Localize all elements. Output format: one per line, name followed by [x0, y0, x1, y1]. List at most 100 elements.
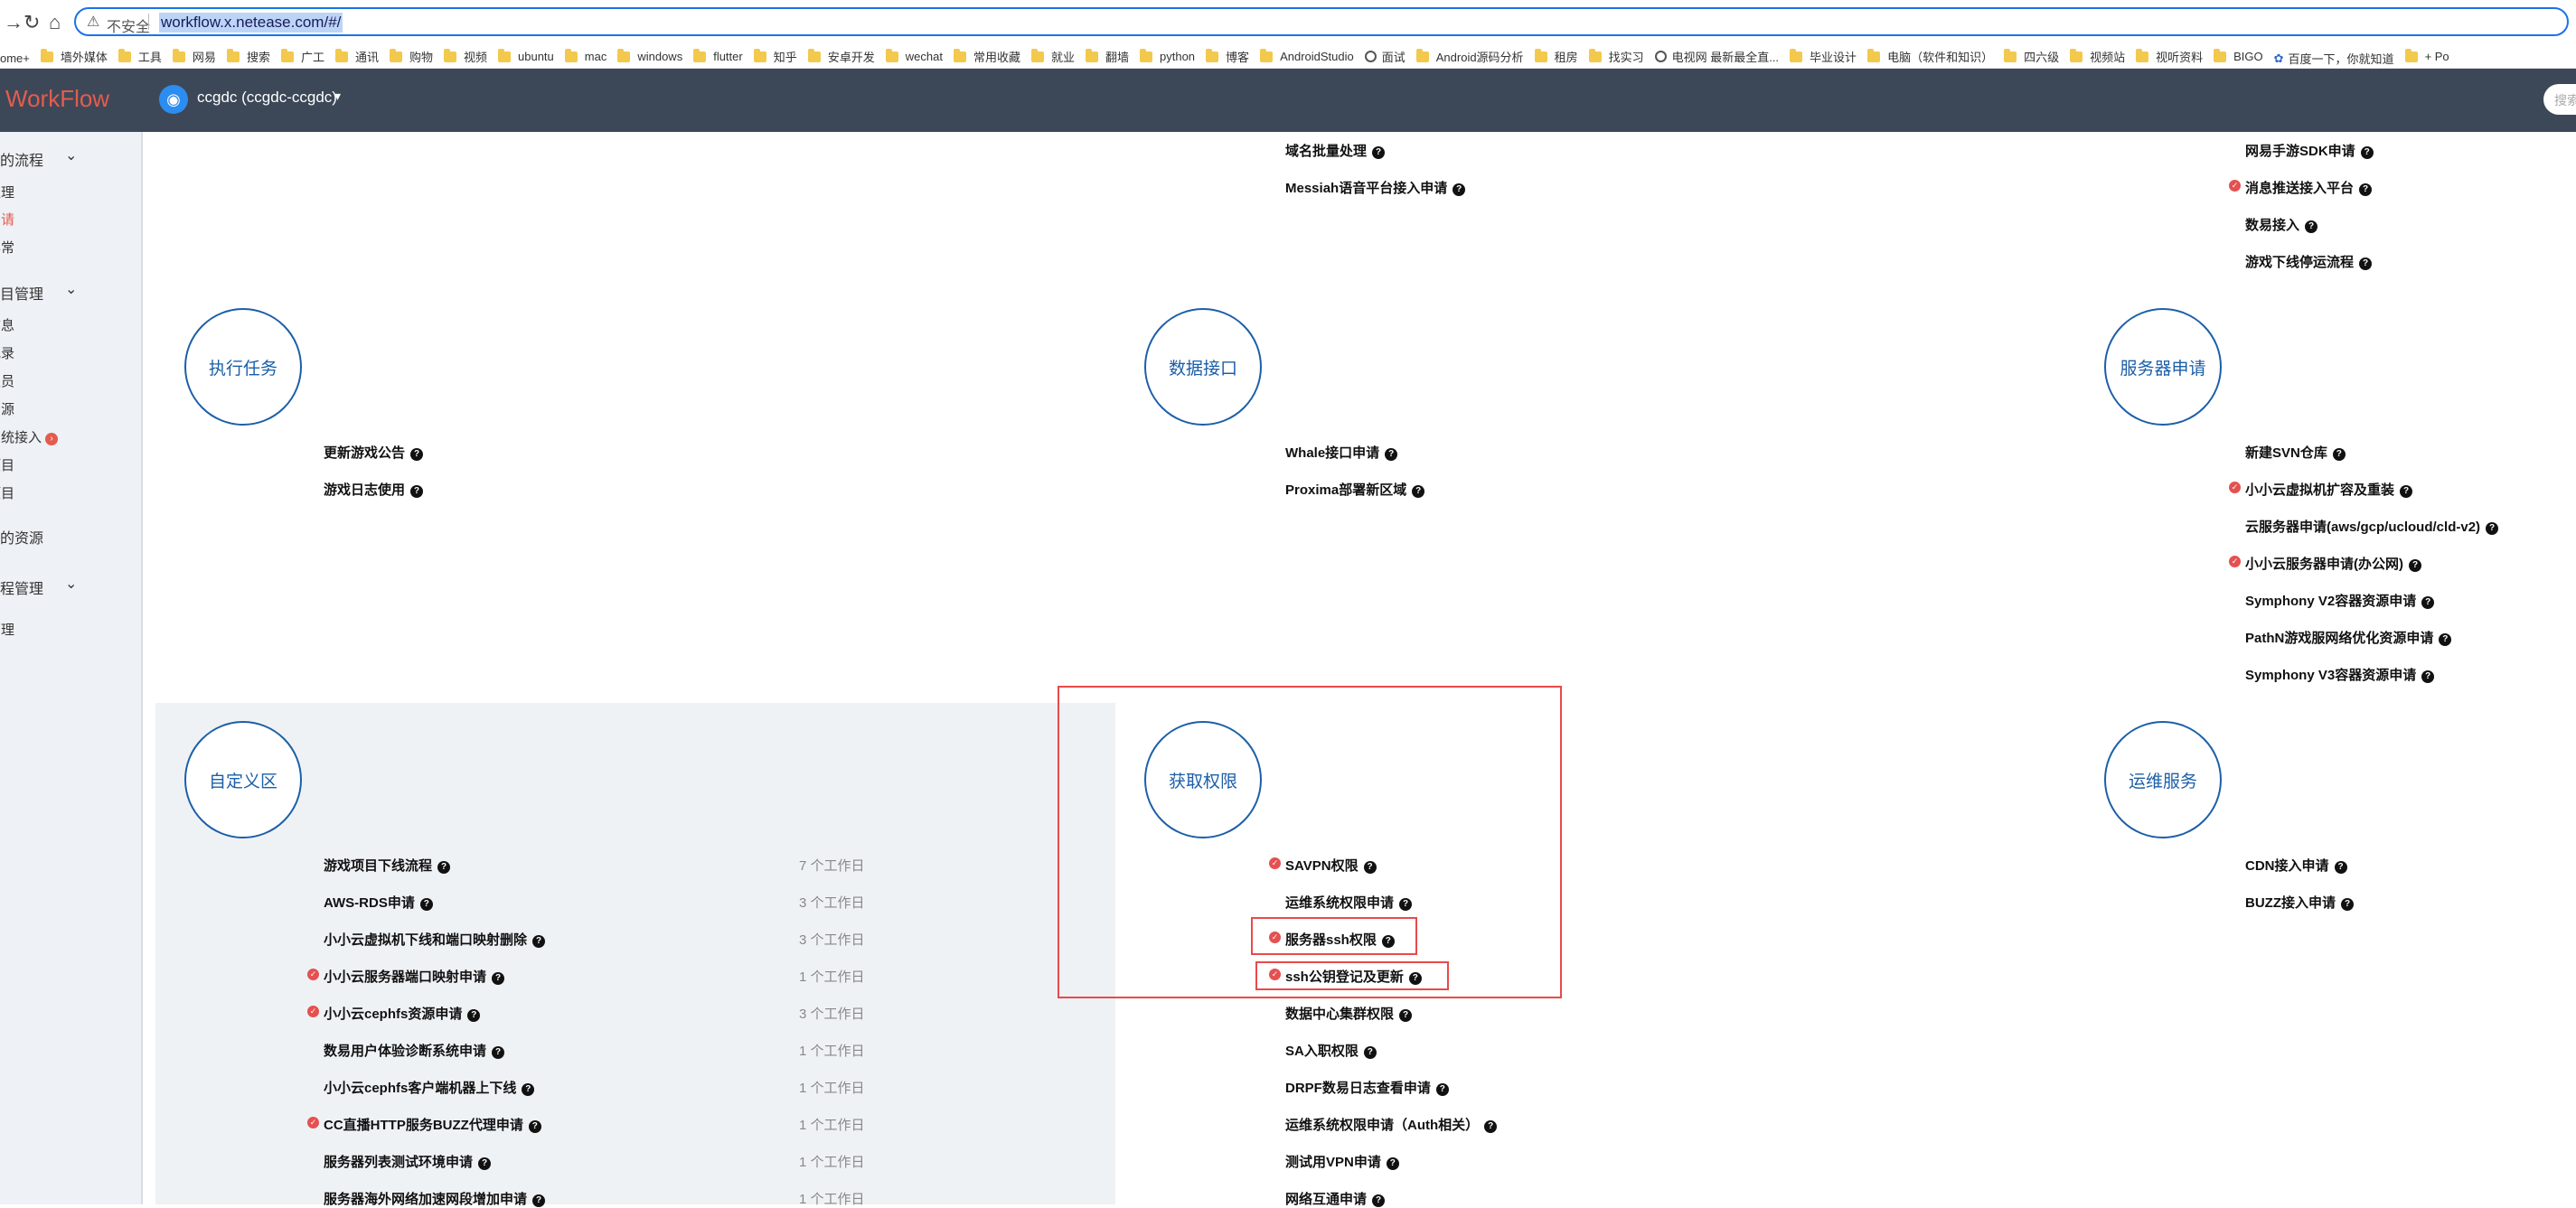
flow-item[interactable]: 新建SVN仓库?: [2245, 443, 2346, 462]
bookmark-item[interactable]: 电脑（软件和知识）: [1867, 44, 1993, 69]
flow-item[interactable]: 运维系统权限申请?: [1285, 893, 1413, 912]
flow-item[interactable]: PathN游戏服网络优化资源申请?: [2245, 628, 2452, 647]
bookmark-item[interactable]: windows: [617, 44, 682, 69]
bookmark-item[interactable]: 广工: [280, 44, 324, 69]
bookmark-item[interactable]: 视频站: [2070, 44, 2125, 69]
flow-item[interactable]: ✓ 小小云虚拟机扩容及重装?: [2229, 480, 2413, 499]
flow-item[interactable]: 游戏下线停运流程?: [2245, 252, 2373, 271]
flow-item[interactable]: ✓ 小小云cephfs资源申请?: [307, 1004, 481, 1023]
help-icon[interactable]: ?: [467, 1009, 481, 1022]
sidebar-item-system-access[interactable]: 系统接入›: [0, 427, 59, 446]
flow-item[interactable]: ✓ SAVPN权限?: [1269, 856, 1377, 875]
chevron-down-icon[interactable]: ⌄: [65, 146, 77, 164]
sidebar-group-flow-mgmt[interactable]: 流程管理: [0, 576, 43, 598]
bookmark-item[interactable]: wechat: [885, 44, 943, 69]
help-icon[interactable]: ?: [2359, 258, 2373, 270]
address-bar[interactable]: ⚠ 不安全 workflow.x.netease.com/#/: [74, 7, 2569, 36]
bookmark-item[interactable]: 租房: [1534, 44, 1578, 69]
sidebar-item-resources[interactable]: 资源: [0, 399, 14, 418]
bookmark-item[interactable]: Android源码分析: [1415, 44, 1524, 69]
flow-item[interactable]: Messiah语音平台接入申请?: [1285, 178, 1466, 197]
help-icon[interactable]: ?: [1453, 183, 1466, 196]
bookmark-item[interactable]: 翻墙: [1085, 44, 1129, 69]
flow-item[interactable]: CDN接入申请?: [2245, 856, 2347, 875]
bookmark-item[interactable]: 工具: [118, 44, 162, 69]
flow-item[interactable]: 数据中心集群权限?: [1285, 1004, 1413, 1023]
caret-down-icon[interactable]: ▾: [334, 89, 341, 104]
help-icon[interactable]: ?: [532, 935, 546, 948]
bookmark-item[interactable]: 就业: [1030, 44, 1075, 69]
sidebar-item-management[interactable]: 管理: [0, 620, 14, 639]
help-icon[interactable]: ?: [1399, 898, 1413, 911]
help-icon[interactable]: ?: [1484, 1120, 1498, 1133]
bookmark-item[interactable]: 知乎: [753, 44, 797, 69]
header-search-input[interactable]: 搜索: [2543, 84, 2576, 115]
help-icon[interactable]: ?: [1435, 1083, 1449, 1096]
help-icon[interactable]: ?: [1381, 935, 1395, 948]
help-icon[interactable]: ?: [1385, 448, 1398, 461]
bookmark-item[interactable]: ✿ 百度一下，你就知道: [2274, 46, 2394, 69]
chevron-down-icon[interactable]: ⌄: [65, 280, 77, 298]
flow-item[interactable]: 服务器海外网络加速网段增加申请?: [324, 1189, 546, 1208]
flow-item[interactable]: 游戏日志使用?: [324, 480, 424, 499]
help-icon[interactable]: ?: [2305, 220, 2318, 233]
flow-item[interactable]: 小小云虚拟机下线和端口映射删除?: [324, 930, 546, 949]
help-icon[interactable]: ?: [528, 1120, 541, 1133]
flow-item[interactable]: AWS-RDS申请?: [324, 893, 433, 912]
help-icon[interactable]: ?: [2334, 861, 2347, 874]
url-text[interactable]: workflow.x.netease.com/#/: [159, 13, 343, 33]
flow-item[interactable]: 数易用户体验诊断系统申请?: [324, 1041, 505, 1060]
help-icon[interactable]: ?: [2421, 670, 2435, 683]
flow-item[interactable]: 更新游戏公告?: [324, 443, 424, 462]
home-icon[interactable]: ⌂: [49, 11, 61, 34]
help-icon[interactable]: ?: [492, 972, 505, 985]
sidebar-item-project-a[interactable]: 项目: [0, 455, 14, 474]
flow-item[interactable]: 云服务器申请(aws/gcp/ucloud/cld-v2)?: [2245, 517, 2499, 536]
help-icon[interactable]: ?: [532, 1194, 546, 1207]
bookmark-item[interactable]: 搜索: [226, 44, 270, 69]
flow-item[interactable]: Whale接口申请?: [1285, 443, 1398, 462]
help-icon[interactable]: ?: [1363, 1046, 1377, 1059]
help-icon[interactable]: ?: [2400, 485, 2413, 498]
help-icon[interactable]: ?: [410, 448, 424, 461]
bookmark-item[interactable]: AndroidStudio: [1260, 44, 1354, 69]
bookmark-item[interactable]: 四六级: [2004, 44, 2059, 69]
bookmark-item[interactable]: BIGO: [2214, 44, 2263, 69]
flow-item[interactable]: Symphony V2容器资源申请?: [2245, 591, 2435, 610]
sidebar-group-my-flows[interactable]: 我的流程: [0, 148, 43, 170]
sidebar-group-project-mgmt[interactable]: 项目管理: [0, 282, 43, 304]
flow-item[interactable]: 游戏项目下线流程?: [324, 856, 451, 875]
bookmark-item[interactable]: 博客: [1206, 44, 1249, 69]
bookmark-item[interactable]: + Po: [2404, 44, 2449, 69]
help-icon[interactable]: ?: [419, 898, 433, 911]
help-icon[interactable]: ?: [2341, 898, 2354, 911]
help-icon[interactable]: ?: [1372, 146, 1386, 159]
bookmark-item[interactable]: 毕业设计: [1790, 44, 1857, 69]
help-icon[interactable]: ?: [2409, 559, 2421, 572]
bookmark-item[interactable]: 电视网 最新最全直...: [1654, 43, 1779, 68]
flow-item[interactable]: DRPF数易日志查看申请?: [1285, 1078, 1449, 1097]
bookmark-item[interactable]: ome+: [0, 45, 30, 68]
forward-icon[interactable]: →: [4, 11, 24, 34]
flow-item[interactable]: ✓ 小小云服务器申请(办公网)?: [2229, 554, 2421, 573]
sidebar-group-my-resources[interactable]: 我的资源: [0, 526, 43, 548]
help-icon[interactable]: ?: [1399, 1009, 1413, 1022]
help-icon[interactable]: ?: [1412, 485, 1425, 498]
bookmark-item[interactable]: 视频: [444, 44, 487, 69]
flow-item[interactable]: 小小云cephfs客户端机器上下线?: [324, 1078, 535, 1097]
flow-item[interactable]: 测试用VPN申请?: [1285, 1152, 1399, 1171]
bookmark-item[interactable]: 视听资料: [2136, 44, 2203, 69]
help-icon[interactable]: ?: [2421, 596, 2435, 609]
flow-item[interactable]: ✓ CC直播HTTP服务BUZZ代理申请?: [307, 1115, 541, 1134]
help-icon[interactable]: ?: [1408, 972, 1422, 985]
sidebar-item-members[interactable]: 人员: [0, 371, 14, 390]
help-icon[interactable]: ?: [2439, 633, 2452, 646]
help-icon[interactable]: ?: [437, 861, 451, 874]
help-icon[interactable]: ?: [2359, 183, 2373, 196]
help-icon[interactable]: ?: [1372, 1194, 1386, 1207]
flow-item[interactable]: BUZZ接入申请?: [2245, 893, 2354, 912]
bookmark-item[interactable]: mac: [564, 44, 606, 69]
bookmark-item[interactable]: python: [1140, 44, 1195, 69]
project-bulb-icon[interactable]: ◉: [159, 85, 188, 114]
reload-icon[interactable]: ↻: [24, 11, 40, 34]
